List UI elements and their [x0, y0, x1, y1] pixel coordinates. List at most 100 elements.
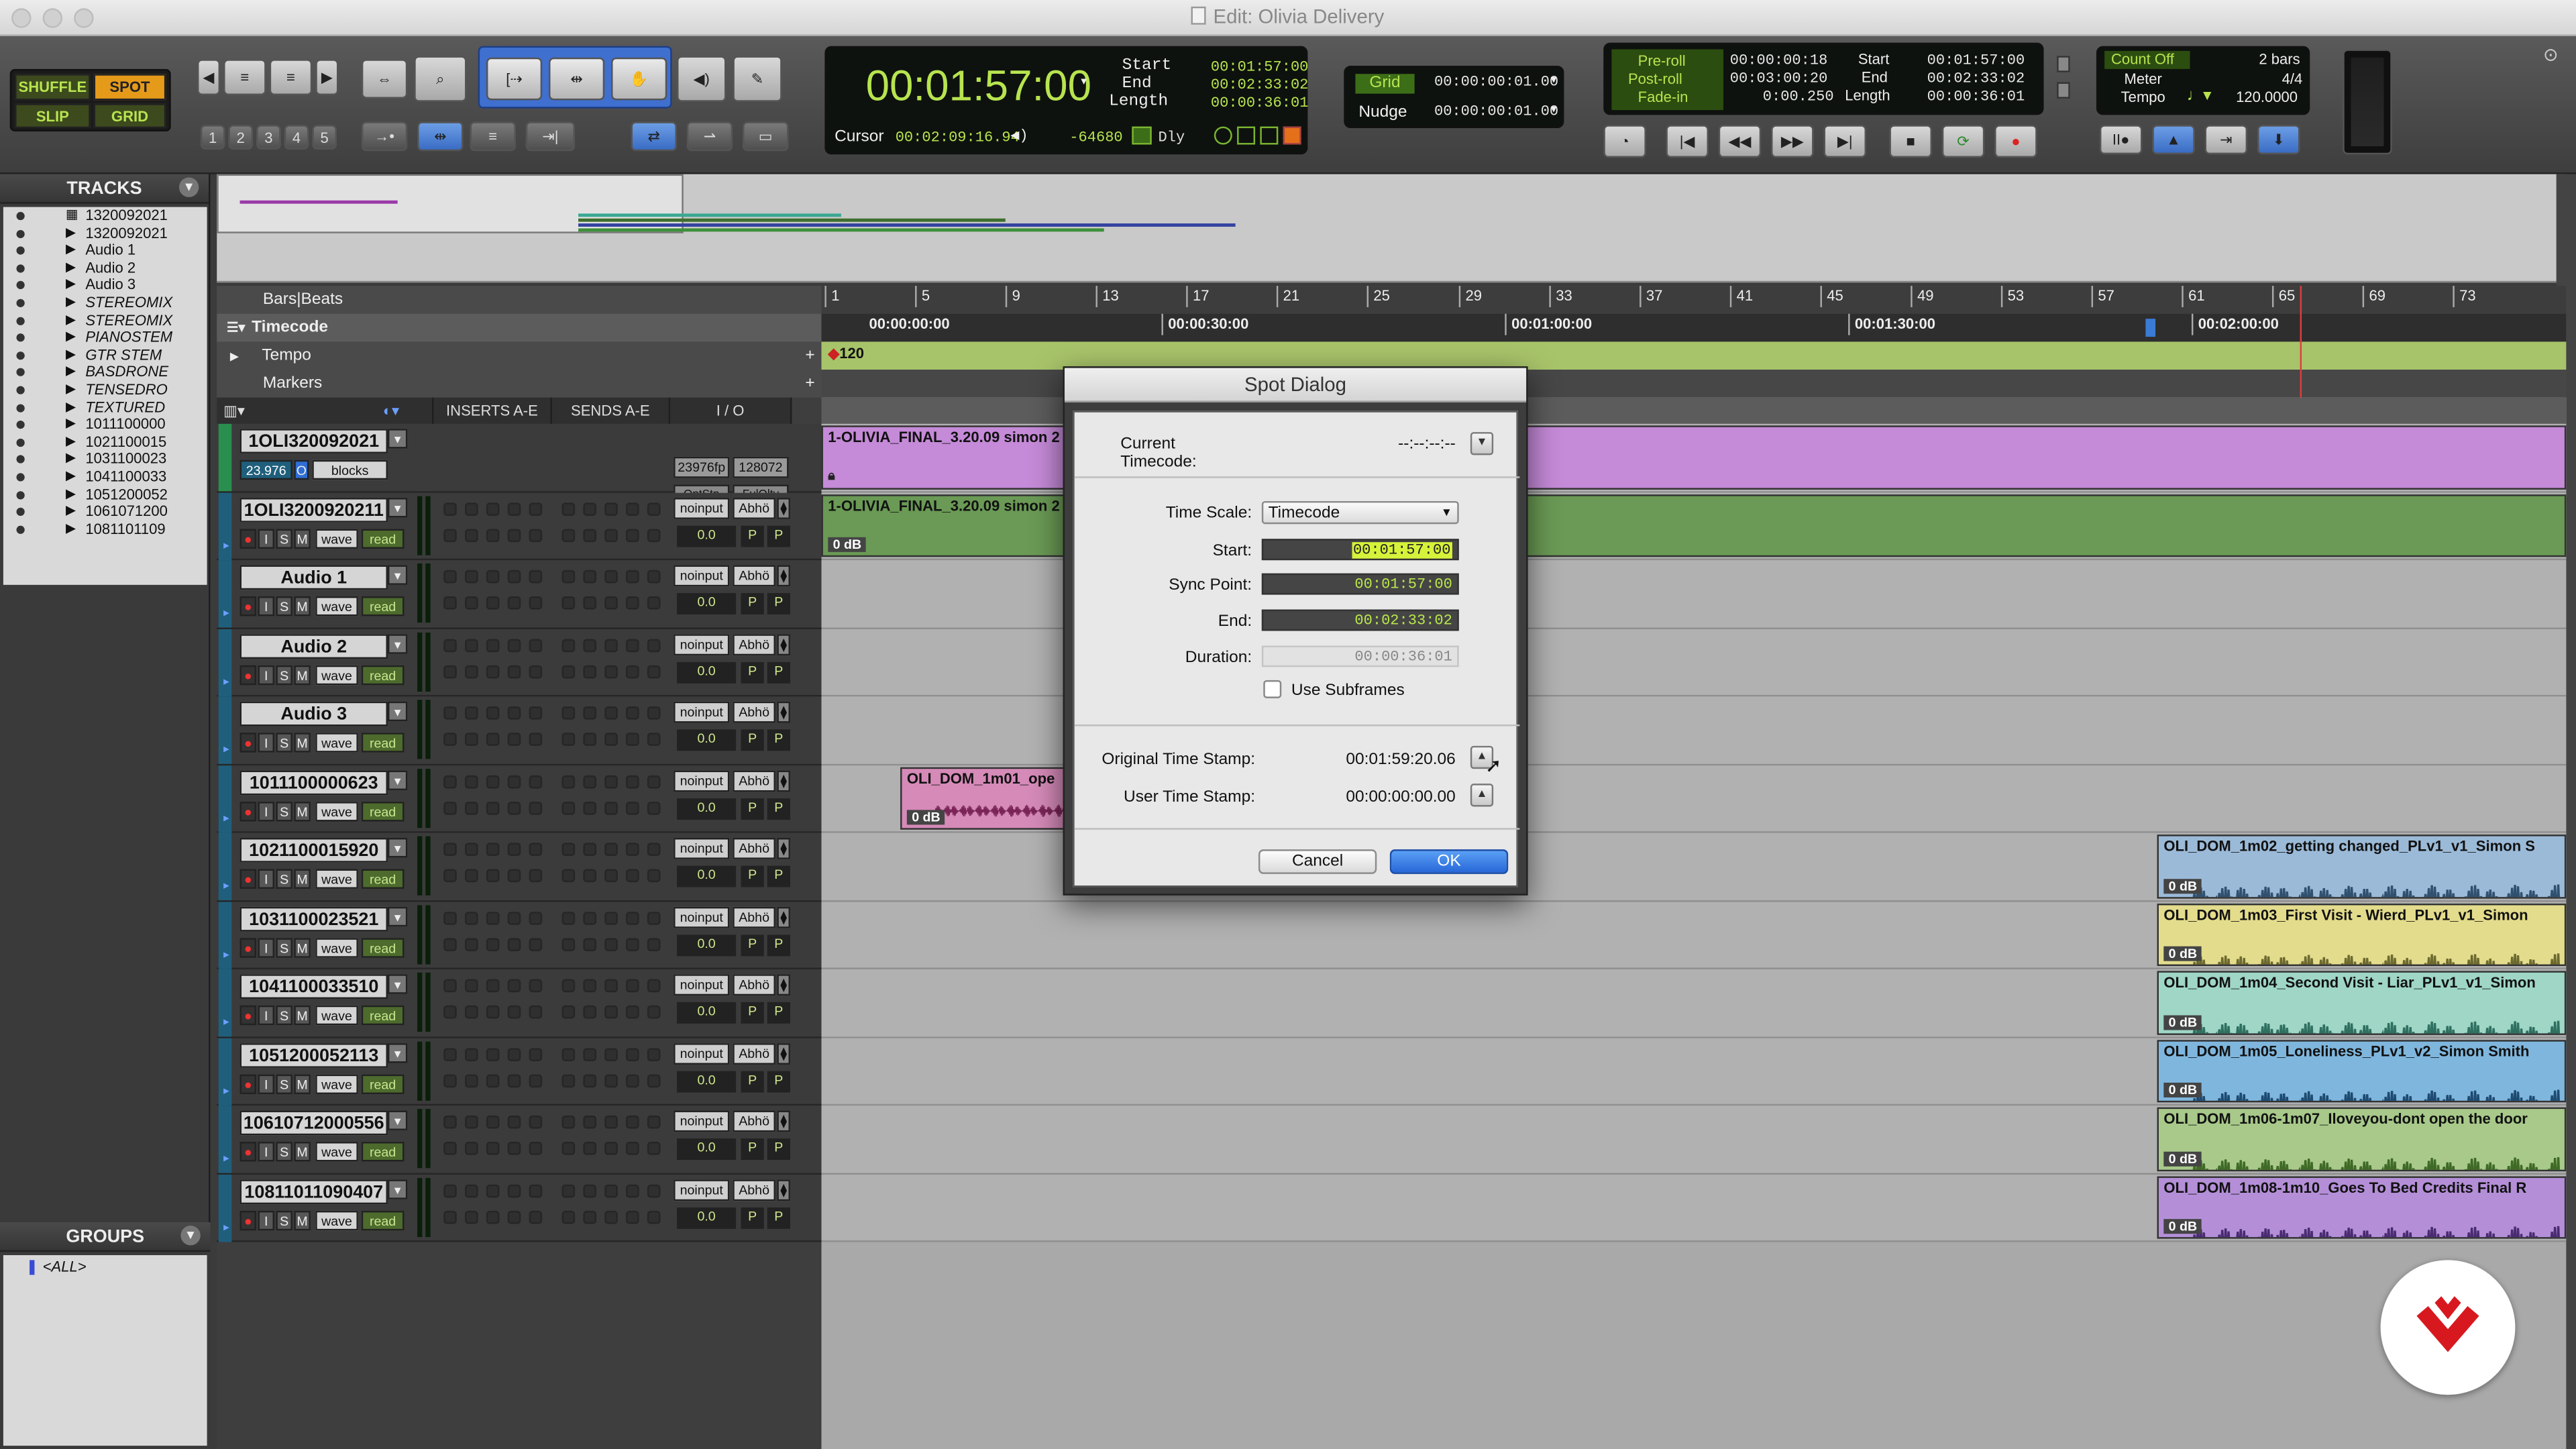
grid-label[interactable]: Grid — [1355, 74, 1415, 94]
output-link-icon[interactable]: ⧫ — [777, 974, 790, 996]
track-name-menu-icon[interactable]: ▾ — [387, 496, 408, 517]
track-name-menu-icon[interactable]: ▾ — [387, 1110, 408, 1130]
online-icon[interactable]: O — [294, 460, 309, 480]
insert-slot[interactable] — [486, 528, 500, 541]
track-name-menu-icon[interactable]: ▾ — [387, 429, 408, 449]
track-list-item[interactable]: ▶ 1031100023 — [3, 451, 207, 468]
insert-slot[interactable] — [507, 1183, 521, 1197]
mute-button[interactable]: M — [294, 664, 311, 685]
insert-slot[interactable] — [529, 1073, 543, 1087]
insert-slot[interactable] — [507, 910, 521, 924]
track-list-item[interactable]: ▶ 1021100015 — [3, 433, 207, 451]
add-tempo-icon[interactable]: + — [805, 347, 814, 365]
input-select[interactable]: noinput — [674, 633, 730, 655]
output-select[interactable]: Abhö — [733, 974, 775, 996]
track-header[interactable]: 10811011090407 ▾ ● I S Mwave read ▸ noinput Abhö ⧫… — [217, 1173, 822, 1242]
insert-slot[interactable] — [465, 1115, 478, 1129]
insert-slot[interactable] — [486, 1183, 500, 1197]
insert-slot[interactable] — [507, 733, 521, 746]
send-slot[interactable] — [626, 733, 639, 746]
track-name[interactable]: 10811011090407 — [239, 1179, 388, 1203]
insert-slot[interactable] — [507, 502, 521, 515]
send-slot[interactable] — [583, 869, 596, 883]
insert-slot[interactable] — [507, 570, 521, 584]
expand-track-icon[interactable]: ▸ — [223, 743, 229, 755]
mute-button[interactable]: M — [294, 800, 311, 821]
fadein-value[interactable]: 0:00.250 — [1763, 89, 1834, 105]
insert-slot[interactable] — [529, 596, 543, 610]
volume-value[interactable]: 0.0 — [676, 729, 737, 751]
record-enable-button[interactable]: ● — [239, 800, 257, 821]
pan-button-l[interactable]: P — [741, 1002, 764, 1024]
expand-track-icon[interactable]: ▸ — [223, 674, 229, 688]
send-slot[interactable] — [583, 706, 596, 720]
expand-track-icon[interactable]: ▸ — [223, 538, 229, 551]
shuffle-mode-button[interactable]: SHUFFLE — [15, 74, 91, 101]
video-mode-select[interactable]: blocks — [312, 460, 388, 480]
volume-value[interactable]: 0.0 — [676, 1138, 737, 1160]
mute-button[interactable]: M — [294, 733, 311, 753]
track-view-select[interactable]: wave — [315, 664, 358, 685]
send-slot[interactable] — [604, 502, 618, 515]
output-link-icon[interactable]: ⧫ — [777, 906, 790, 928]
send-slot[interactable] — [626, 638, 639, 652]
insert-slot[interactable] — [486, 596, 500, 610]
send-slot[interactable] — [561, 937, 576, 951]
send-slot[interactable] — [561, 596, 576, 610]
solo-button[interactable]: S — [276, 869, 292, 889]
insert-slot[interactable] — [465, 664, 478, 678]
input-select[interactable]: noinput — [674, 1042, 730, 1064]
insert-slot[interactable] — [486, 502, 500, 515]
input-monitor-button[interactable]: I — [258, 596, 274, 616]
input-monitor-button[interactable]: I — [258, 937, 274, 957]
link-timeline-icon[interactable]: ⇹ — [417, 121, 464, 152]
send-slot[interactable] — [604, 638, 618, 652]
online-sync-icon[interactable]: ◔ — [1603, 125, 1646, 158]
output-link-icon[interactable]: ⧫ — [777, 1179, 790, 1200]
send-slot[interactable] — [561, 979, 576, 993]
insert-slot[interactable] — [465, 843, 478, 856]
record-icon[interactable]: ● — [1994, 125, 2037, 158]
expand-icon[interactable]: ▶ — [66, 241, 76, 259]
track-list-item[interactable]: ▶ 1081101109 — [3, 521, 207, 538]
track-name-menu-icon[interactable]: ▾ — [387, 1179, 408, 1199]
universe-overview[interactable] — [217, 174, 2567, 283]
current-timecode-menu-icon[interactable]: ▼ — [1470, 432, 1494, 455]
insert-slot[interactable] — [486, 774, 500, 788]
mute-button[interactable]: M — [294, 1073, 311, 1093]
send-slot[interactable] — [561, 570, 576, 584]
pan-button-r[interactable]: P — [767, 865, 790, 888]
mute-button[interactable]: M — [294, 1142, 311, 1162]
automation-mode-select[interactable]: read — [361, 800, 405, 821]
insert-slot[interactable] — [507, 843, 521, 856]
grid-menu-icon[interactable]: ▾ — [1549, 72, 1558, 89]
send-slot[interactable] — [647, 570, 661, 584]
send-slot[interactable] — [604, 706, 618, 720]
track-list-item[interactable]: ▶ TENSEDRO — [3, 381, 207, 398]
metronome-icon[interactable]: ▲ — [2152, 125, 2195, 155]
send-slot[interactable] — [604, 937, 618, 951]
insert-slot[interactable] — [507, 1115, 521, 1129]
mute-button[interactable]: M — [294, 528, 311, 548]
send-slot[interactable] — [647, 664, 661, 678]
track-name[interactable]: 1OLI3200920211 — [239, 496, 388, 522]
insert-slot[interactable] — [443, 1047, 457, 1061]
record-enable-button[interactable]: ● — [239, 869, 257, 889]
track-name[interactable]: 1031100023521 — [239, 906, 388, 931]
send-slot[interactable] — [561, 1073, 576, 1087]
selection-length[interactable]: 00:00:36:01 — [1211, 95, 1309, 111]
send-slot[interactable] — [561, 910, 576, 924]
insert-slot[interactable] — [443, 869, 457, 883]
automation-mode-select[interactable]: read — [361, 1142, 405, 1162]
track-name-menu-icon[interactable]: ▾ — [387, 565, 408, 585]
send-slot[interactable] — [604, 596, 618, 610]
insert-slot[interactable] — [465, 910, 478, 924]
automation-mode-select[interactable]: read — [361, 937, 405, 957]
send-slot[interactable] — [647, 1047, 661, 1061]
t-length-value[interactable]: 00:00:36:01 — [1927, 89, 2025, 105]
link-track-edit-icon[interactable]: ≡ — [470, 121, 516, 152]
send-slot[interactable] — [561, 774, 576, 788]
online-icon[interactable] — [1132, 126, 1152, 145]
send-slot[interactable] — [626, 1142, 639, 1155]
track-list-item[interactable]: ▶ Audio 1 — [3, 241, 207, 259]
